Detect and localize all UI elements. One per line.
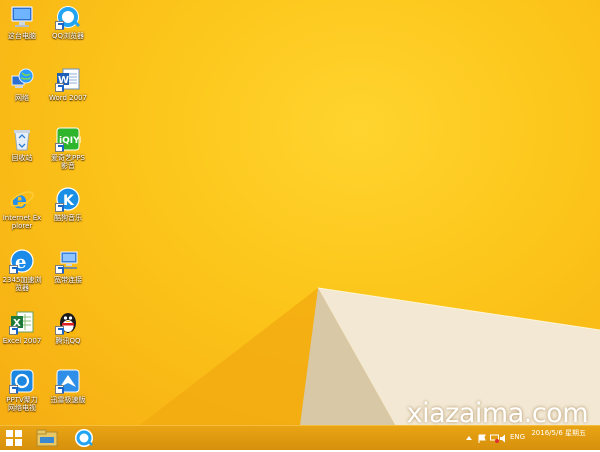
shortcut-arrow-icon — [55, 21, 64, 30]
desktop-icon-label: 回收站 — [11, 154, 33, 162]
desktop-icon-excel[interactable]: X Excel 2007 — [2, 309, 42, 345]
shortcut-arrow-icon — [55, 265, 64, 274]
browser-2345-icon: e — [9, 248, 35, 274]
taskbar-qq-browser[interactable] — [74, 428, 94, 448]
excel-icon: X — [9, 309, 35, 335]
volume-icon[interactable] — [499, 434, 508, 443]
shortcut-arrow-icon — [55, 203, 64, 212]
shortcut-arrow-icon — [55, 326, 64, 335]
desktop-icon-label: 这台电脑 — [8, 32, 36, 40]
taskbar: ENG 2016/5/6 星期五 — [0, 425, 600, 450]
kugou-icon: K — [55, 186, 81, 212]
desktop-icon-kugou[interactable]: K 酷狗音乐 — [48, 186, 88, 222]
desktop[interactable]: 这台电脑 网络 回收站 e Internet Explorer e 2345加速… — [0, 0, 600, 425]
desktop-icon-label: 爱奇艺PPS 影音 — [51, 154, 85, 170]
start-button[interactable] — [6, 430, 22, 450]
taskbar-file-explorer[interactable] — [36, 428, 58, 448]
desktop-icon-label: 2345加速浏览器 — [2, 276, 42, 292]
desktop-icon-network[interactable]: 网络 — [2, 66, 42, 102]
desktop-icon-label: Excel 2007 — [2, 337, 42, 345]
file-explorer-icon — [36, 429, 58, 447]
clock[interactable]: 2016/5/6 星期五 — [531, 429, 586, 438]
qq-penguin-icon — [55, 309, 81, 335]
input-language-indicator[interactable]: ENG — [510, 433, 525, 441]
desktop-icon-label: Internet Explorer — [2, 214, 42, 230]
desktop-icon-word[interactable]: W Word 2007 — [48, 66, 88, 102]
shortcut-arrow-icon — [9, 326, 18, 335]
desktop-icon-label: 网络 — [15, 94, 29, 102]
pptv-icon — [9, 368, 35, 394]
shortcut-arrow-icon — [55, 385, 64, 394]
desktop-icon-iqiyi[interactable]: iQIYI 爱奇艺PPS 影音 — [48, 126, 88, 170]
shortcut-arrow-icon — [55, 143, 64, 152]
desktop-icon-computer[interactable]: 这台电脑 — [2, 4, 42, 40]
desktop-icon-broadband-connection[interactable]: 宽带连接 — [48, 248, 88, 284]
qq-browser-icon — [75, 429, 93, 447]
desktop-icon-qq[interactable]: 腾讯QQ — [48, 309, 88, 345]
watermark-text: xiazaima.com — [406, 398, 589, 425]
desktop-icon-label: PPTV聚力 网络电视 — [6, 396, 38, 412]
shortcut-arrow-icon — [55, 83, 64, 92]
iqiyi-icon: iQIYI — [55, 126, 81, 152]
word-icon: W — [55, 66, 81, 92]
desktop-icon-label: 腾讯QQ — [55, 337, 81, 345]
shortcut-arrow-icon — [9, 385, 18, 394]
desktop-icon-label: 迅雷极速版 — [50, 396, 86, 404]
windows-start-icon — [6, 430, 22, 446]
recycle-bin-icon — [9, 126, 35, 152]
broadband-connection-icon — [55, 248, 81, 274]
clock-date: 2016/5/6 星期五 — [531, 429, 586, 437]
desktop-icon-label: 酷狗音乐 — [54, 214, 82, 222]
desktop-icon-pptv[interactable]: PPTV聚力 网络电视 — [2, 368, 42, 412]
desktop-icon-internet-explorer[interactable]: e Internet Explorer — [2, 186, 42, 230]
desktop-icon-recycle-bin[interactable]: 回收站 — [2, 126, 42, 162]
desktop-icon-label: 宽带连接 — [54, 276, 82, 284]
chevron-up-icon[interactable] — [465, 434, 473, 442]
flag-icon[interactable] — [478, 434, 487, 443]
desktop-icon-browser-2345[interactable]: e 2345加速浏览器 — [2, 248, 42, 292]
qq-browser-icon — [55, 4, 81, 30]
desktop-icon-label: QQ浏览器 — [51, 32, 85, 40]
wallpaper — [0, 287, 600, 425]
desktop-icon-xunlei[interactable]: 迅雷极速版 — [48, 368, 88, 404]
network-globe-icon — [9, 66, 35, 92]
internet-explorer-icon: e — [9, 186, 35, 212]
computer-icon — [9, 4, 35, 30]
shortcut-arrow-icon — [9, 265, 18, 274]
svg-text:K: K — [63, 193, 75, 209]
desktop-icon-label: Word 2007 — [48, 94, 88, 102]
xunlei-icon — [55, 368, 81, 394]
desktop-icon-qq-browser[interactable]: QQ浏览器 — [48, 4, 88, 40]
network-icon[interactable] — [490, 434, 499, 443]
